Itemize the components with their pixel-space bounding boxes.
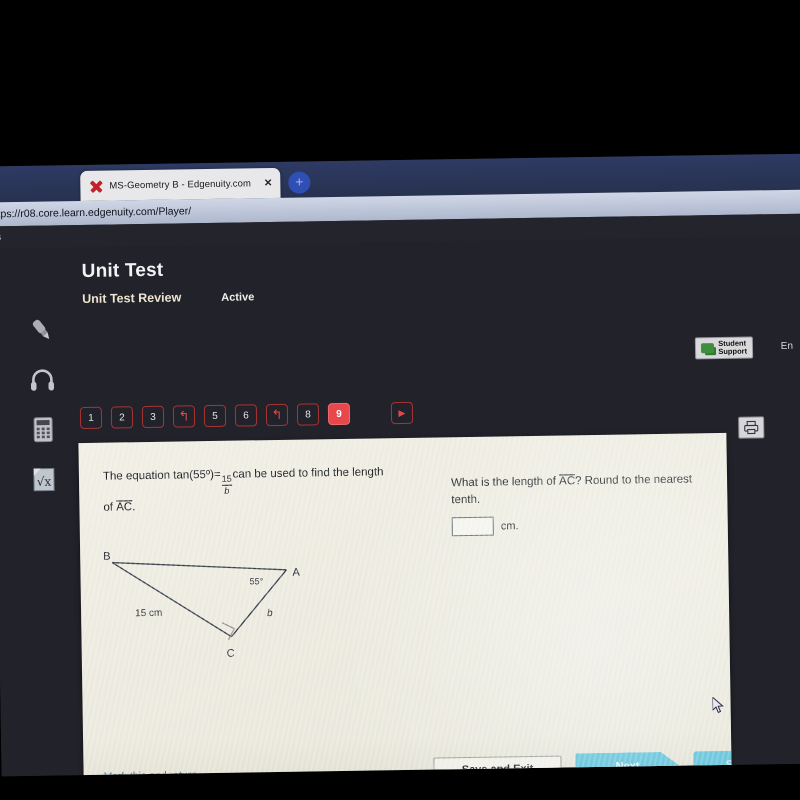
- url-text: https://r08.core.learn.edgenuity.com/Pla…: [0, 205, 192, 221]
- prompt-segment-ac-overline: AC: [559, 474, 576, 489]
- stem-line2-pre: of: [103, 501, 117, 514]
- mouse-cursor: [711, 696, 724, 714]
- question-card: The equation tan(55º)= 15 b can be used to …: [78, 432, 732, 777]
- highlighter-icon[interactable]: [26, 315, 56, 343]
- close-icon[interactable]: ✕: [264, 178, 273, 189]
- question-nav-item-7-flag-icon[interactable]: ↰: [265, 403, 289, 427]
- question-nav-item-2[interactable]: 2: [110, 406, 134, 429]
- status-badge: Active: [221, 291, 255, 304]
- triangle-figure: B A C 55° 15 cm b: [86, 543, 368, 667]
- assignment-subtitle: Unit Test Review: [82, 290, 182, 307]
- tool-rail: √x: [18, 315, 67, 494]
- prompt-pre: What is the length of: [450, 475, 560, 490]
- laptop-screen: MS-Geometry B - Edgenuity.com ✕ + https:…: [0, 153, 800, 777]
- bookmark-item[interactable]: B: [0, 232, 1, 242]
- calculator-icon[interactable]: [28, 415, 58, 443]
- side-ac-label: b: [267, 608, 273, 619]
- right-angle-marker: [221, 622, 236, 641]
- question-stem: The equation tan(55º)= 15 b can be used to …: [103, 462, 434, 520]
- edgenuity-player-page: √x Unit Test Unit Test Review Active 1 2…: [0, 235, 800, 777]
- fraction-denominator: b: [221, 484, 232, 496]
- edgenuity-favicon-icon: [88, 178, 103, 193]
- question-prompt: What is the length of AC? Round to the n…: [451, 471, 720, 510]
- photo-of-screen: MS-Geometry B - Edgenuity.com ✕ + https:…: [0, 0, 800, 800]
- svg-text:√x: √x: [37, 475, 52, 489]
- side-bc: [111, 562, 232, 638]
- page-header: Unit Test Unit Test Review Active: [82, 258, 255, 306]
- question-nav-item-4-flag-icon[interactable]: ↰: [172, 405, 196, 428]
- print-button[interactable]: [738, 416, 765, 439]
- angle-label: 55°: [250, 576, 264, 586]
- student-support-button[interactable]: Student Support: [695, 336, 754, 360]
- language-selector[interactable]: En: [781, 341, 793, 352]
- answer-row: cm.: [451, 516, 519, 537]
- formula-sheet-icon[interactable]: √x: [29, 465, 59, 493]
- headphones-icon[interactable]: [27, 365, 57, 393]
- question-nav: 1 2 3 ↰ 5 6 ↰ 8 9 ▶: [79, 401, 414, 430]
- side-ba: [112, 561, 287, 571]
- page-title: Unit Test: [81, 259, 164, 283]
- next-button[interactable]: Next: [575, 752, 679, 777]
- stem-line2-post: .: [132, 501, 136, 514]
- vertex-label-b: B: [103, 551, 111, 563]
- play-next-icon[interactable]: ▶: [390, 401, 414, 425]
- segment-ac-overline: AC: [116, 500, 133, 515]
- vertex-label-a: A: [292, 567, 300, 579]
- tab-title: MS-Geometry B - Edgenuity.com: [109, 177, 252, 192]
- side-bc-label: 15 cm: [135, 608, 162, 619]
- question-nav-item-9-active[interactable]: 9: [327, 402, 351, 426]
- question-nav-item-3[interactable]: 3: [141, 405, 165, 429]
- submit-button[interactable]: Submit: [693, 749, 732, 777]
- vertex-label-c: C: [227, 648, 235, 660]
- support-label-line2: Support: [718, 346, 748, 356]
- stem-text-post: can be used to find the length: [232, 466, 384, 481]
- stem-text-pre: The equation tan(55º)=: [102, 468, 221, 483]
- fraction: 15 b: [221, 473, 232, 496]
- new-tab-button[interactable]: +: [288, 171, 311, 194]
- chat-bubble-icon: [701, 342, 715, 354]
- answer-unit-label: cm.: [500, 519, 519, 532]
- question-nav-item-5[interactable]: 5: [203, 404, 227, 428]
- question-nav-item-6[interactable]: 6: [234, 404, 258, 427]
- question-nav-item-1[interactable]: 1: [79, 406, 103, 430]
- fraction-numerator: 15: [221, 473, 232, 484]
- save-and-exit-button[interactable]: Save and Exit: [433, 755, 562, 777]
- answer-input[interactable]: [451, 516, 494, 537]
- question-nav-item-8[interactable]: 8: [296, 403, 320, 426]
- browser-tab[interactable]: MS-Geometry B - Edgenuity.com ✕: [80, 167, 281, 202]
